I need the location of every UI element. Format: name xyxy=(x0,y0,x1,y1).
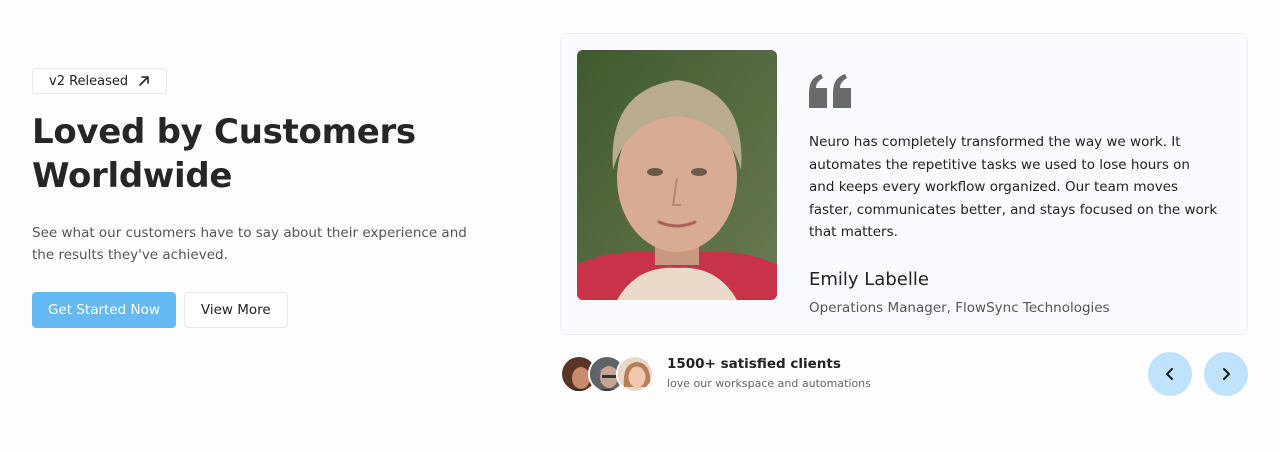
client-avatars xyxy=(560,355,660,393)
customer-photo xyxy=(577,50,777,300)
author-title: Operations Manager, FlowSync Technologie… xyxy=(809,300,1110,316)
release-badge[interactable]: v2 Released xyxy=(32,68,168,94)
author-name: Emily Labelle xyxy=(809,269,929,290)
page-title: Loved by Customers Worldwide xyxy=(32,110,502,198)
title-line-2: Worldwide xyxy=(32,156,233,196)
title-line-1: Loved by Customers xyxy=(32,112,416,152)
clients-subtitle: love our workspace and automations xyxy=(667,377,871,390)
clients-count: 1500+ satisfied clients xyxy=(667,356,841,372)
chevron-right-icon xyxy=(1223,368,1230,380)
next-button[interactable] xyxy=(1204,352,1248,396)
hero-section: v2 Released Loved by Customers Worldwide… xyxy=(32,68,502,328)
previous-button[interactable] xyxy=(1148,352,1192,396)
quote-icon xyxy=(809,74,851,108)
testimonial-card: Neuro has completely transformed the way… xyxy=(560,33,1248,335)
view-more-button[interactable]: View More xyxy=(183,292,288,328)
release-badge-label: v2 Released xyxy=(49,73,129,89)
hero-actions: Get Started Now View More xyxy=(32,292,502,328)
testimonial-quote: Neuro has completely transformed the way… xyxy=(809,134,1218,241)
chevron-left-icon xyxy=(1166,368,1173,380)
arrow-up-right-icon xyxy=(139,76,149,86)
get-started-button[interactable]: Get Started Now xyxy=(32,292,176,328)
avatar xyxy=(616,355,654,393)
hero-subtitle: See what our customers have to say about… xyxy=(32,225,467,263)
